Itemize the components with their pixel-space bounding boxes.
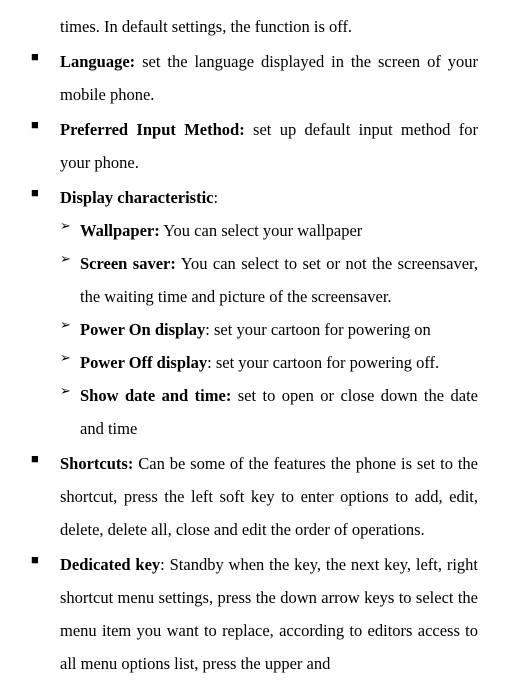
sub-label: Power Off display: [80, 353, 207, 372]
list-item: Shortcuts: Can be some of the features t…: [28, 447, 478, 546]
main-list: Language: set the language displayed in …: [28, 45, 478, 680]
list-item: Dedicated key: Standby when the key, the…: [28, 548, 478, 680]
sub-text: : set your cartoon for powering off.: [207, 353, 439, 372]
item-label: Shortcuts:: [60, 454, 133, 473]
list-item: Display characteristic: Wallpaper: You c…: [28, 181, 478, 445]
item-label: Dedicated key: [60, 555, 160, 574]
item-label: Language:: [60, 52, 135, 71]
item-label: Display characteristic: [60, 188, 214, 207]
list-item: Preferred Input Method: set up default i…: [28, 113, 478, 179]
sub-label: Screen saver:: [80, 254, 176, 273]
sub-list-item: Power Off display: set your cartoon for …: [60, 346, 478, 379]
list-item: Language: set the language displayed in …: [28, 45, 478, 111]
sub-list-item: Wallpaper: You can select your wallpaper: [60, 214, 478, 247]
sub-list: Wallpaper: You can select your wallpaper…: [60, 214, 478, 445]
sub-list-item: Power On display: set your cartoon for p…: [60, 313, 478, 346]
fragment-text: times. In default settings, the function…: [60, 10, 478, 43]
sub-label: Wallpaper:: [80, 221, 160, 240]
sub-text: You can select your wallpaper: [160, 221, 363, 240]
sub-label: Power On display: [80, 320, 205, 339]
sub-label: Show date and time:: [80, 386, 231, 405]
item-text: :: [214, 188, 219, 207]
sub-list-item: Screen saver: You can select to set or n…: [60, 247, 478, 313]
sub-list-item: Show date and time: set to open or close…: [60, 379, 478, 445]
sub-text: : set your cartoon for powering on: [205, 320, 430, 339]
item-label: Preferred Input Method:: [60, 120, 245, 139]
